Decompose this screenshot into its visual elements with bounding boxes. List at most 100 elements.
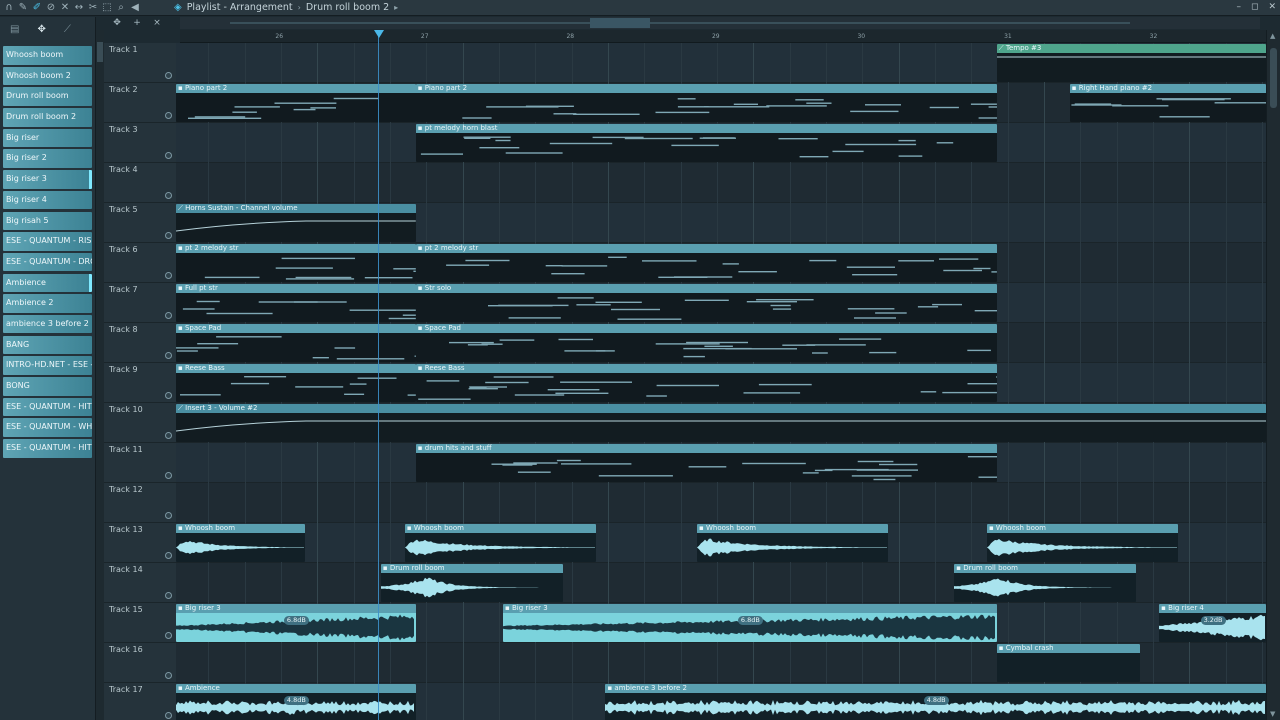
track-mute-led[interactable] [165, 552, 172, 559]
pattern-selector[interactable]: Drum roll boom 2 [306, 2, 389, 14]
playlist-clip[interactable]: ▪ Piano part 2 [176, 84, 416, 122]
chevron-right-icon[interactable]: ▸ [394, 2, 398, 14]
track-header[interactable]: Track 15 [104, 603, 176, 643]
move-icon[interactable]: ✥ [110, 18, 124, 29]
playlist-clip[interactable]: ▪ Full pt str [176, 284, 416, 322]
link-icon[interactable]: ⟋ [64, 24, 71, 35]
mute-icon[interactable]: ✕ [60, 2, 70, 13]
playlist-clip[interactable]: ▪ Ambience 4.8dB [176, 684, 416, 720]
scroll-thumb[interactable] [97, 42, 103, 62]
picker-item[interactable]: Ambience [3, 273, 92, 293]
close-icon[interactable]: ✕ [1268, 2, 1276, 12]
playlist-clip[interactable]: ▪ Whoosh boom [404, 524, 596, 562]
picker-item[interactable]: ambience 3 before 2 [3, 314, 92, 334]
track-header[interactable]: Track 3 [104, 123, 176, 163]
playlist-clip[interactable]: ▪ Drum roll boom [380, 564, 563, 602]
track-mute-led[interactable] [165, 392, 172, 399]
playlist-clip[interactable]: ▪ Drum roll boom [954, 564, 1137, 602]
song-position-marker[interactable] [374, 30, 384, 38]
track-mute-led[interactable] [165, 72, 172, 79]
picker-item[interactable]: Big riser [3, 128, 92, 148]
close-icon[interactable]: × [150, 18, 164, 29]
track-header[interactable]: Track 12 [104, 483, 176, 523]
playlist-overview[interactable] [180, 17, 1260, 29]
playlist-clip[interactable]: ▪ Big riser 3 6.8dB [503, 604, 997, 642]
delete-icon[interactable]: ⊘ [46, 2, 56, 13]
track-mute-led[interactable] [165, 232, 172, 239]
picker-item[interactable]: Big riser 2 [3, 149, 92, 168]
track-header[interactable]: Track 13 [104, 523, 176, 563]
track-header[interactable]: Track 6 [104, 243, 176, 283]
playlist-clip[interactable]: ▪ Whoosh boom [176, 524, 305, 562]
timeline-ruler[interactable]: 26 27 28 29 30 31 32 [180, 30, 1266, 43]
track-mute-led[interactable] [165, 312, 172, 319]
move-icon[interactable]: ✥ [37, 24, 45, 35]
picker-item[interactable]: ESE - QUANTUM - HIT - K... [3, 439, 92, 458]
picker-item[interactable]: Big risah 5 [3, 211, 92, 230]
track-mute-led[interactable] [165, 712, 172, 719]
track-mute-led[interactable] [165, 632, 172, 639]
picker-item[interactable]: INTRO-HD.NET - ESE - QU... [3, 356, 92, 375]
playlist-clip[interactable]: ▪ Big riser 4 3.2dB [1159, 604, 1266, 642]
scroll-down-icon[interactable]: ▼ [1270, 710, 1275, 718]
picker-item[interactable]: Big riser 4 [3, 190, 92, 210]
pencil-icon[interactable]: ✎ [18, 2, 28, 13]
track-mute-led[interactable] [165, 592, 172, 599]
slice-icon[interactable]: ✂ [88, 2, 98, 13]
playlist-grid[interactable]: ⟋ Tempo #3 ▪ Piano part 2 ▪ Piano part 2 ▪ … [176, 43, 1266, 720]
picker-mode-icon[interactable]: ▤ [10, 24, 19, 35]
scroll-thumb[interactable] [1270, 48, 1277, 108]
track-header[interactable]: Track 5 [104, 203, 176, 243]
playlist-clip[interactable]: ▪ pt melody horn blast [415, 124, 997, 162]
minimize-icon[interactable]: – [1236, 2, 1241, 12]
track-mute-led[interactable] [165, 672, 172, 679]
overview-window[interactable] [590, 18, 650, 28]
magnet-icon[interactable]: ∩ [4, 2, 14, 13]
slip-icon[interactable]: ↔ [74, 2, 84, 13]
playlist-clip[interactable]: ▪ Str solo [415, 284, 997, 322]
picker-item[interactable]: Whoosh boom [3, 46, 92, 65]
playlist-clip[interactable]: ▪ drum hits and stuff [415, 444, 997, 482]
playlist-clip[interactable]: ▪ Big riser 3 6.8dB [176, 604, 416, 642]
playlist-clip[interactable]: ▪ Whoosh boom [697, 524, 888, 562]
track-lane[interactable] [176, 483, 1266, 523]
track-mute-led[interactable] [165, 152, 172, 159]
track-mute-led[interactable] [165, 352, 172, 359]
picker-item[interactable]: Drum roll boom [3, 87, 92, 106]
playlist-clip[interactable]: ▪ Space Pad [415, 324, 997, 362]
restore-icon[interactable]: ◻ [1251, 2, 1258, 12]
playlist-clip[interactable]: ▪ ambience 3 before 2 4.8dB [605, 684, 1266, 720]
playlist-clip[interactable]: ▪ Whoosh boom [986, 524, 1178, 562]
playlist-clip[interactable]: ▪ pt 2 melody str [415, 244, 997, 282]
track-mute-led[interactable] [165, 432, 172, 439]
playlist-clip[interactable]: ▪ Right Hand piano #2 [1069, 84, 1266, 122]
track-header[interactable]: Track 14 [104, 563, 176, 603]
zoom-icon[interactable]: ⌕ [116, 2, 126, 13]
playhead[interactable] [378, 30, 379, 720]
vertical-scrollbar[interactable]: ▲ ▼ [1266, 30, 1280, 720]
track-lane[interactable] [176, 163, 1266, 203]
track-header[interactable]: Track 11 [104, 443, 176, 483]
picker-item[interactable]: BONG [3, 377, 92, 396]
playlist-clip[interactable]: ⟋ Insert 3 - Volume #2 [176, 404, 1266, 442]
playback-icon[interactable]: ◀ [130, 2, 140, 13]
playlist-clip[interactable]: ▪ Reese Bass [415, 364, 997, 402]
track-mute-led[interactable] [165, 192, 172, 199]
brush-icon[interactable]: ✐ [32, 2, 42, 13]
track-mute-led[interactable] [165, 512, 172, 519]
picker-item[interactable]: Big riser 3 [3, 170, 92, 189]
track-header[interactable]: Track 7 [104, 283, 176, 323]
picker-item[interactable]: BANG [3, 335, 92, 355]
track-header[interactable]: Track 1 [104, 43, 176, 83]
picker-item[interactable]: Whoosh boom 2 [3, 66, 92, 86]
track-header[interactable]: Track 10 [104, 403, 176, 443]
track-header[interactable]: Track 4 [104, 163, 176, 203]
track-mute-led[interactable] [165, 472, 172, 479]
track-header[interactable]: Track 2 [104, 83, 176, 123]
track-header[interactable]: Track 17 [104, 683, 176, 720]
select-icon[interactable]: ⬚ [102, 2, 112, 13]
add-icon[interactable]: + [130, 18, 144, 29]
track-header[interactable]: Track 16 [104, 643, 176, 683]
picker-item[interactable]: ESE - QUANTUM - HIT - J... [3, 397, 92, 417]
playlist-clip[interactable]: ▪ Cymbal crash [996, 644, 1140, 682]
